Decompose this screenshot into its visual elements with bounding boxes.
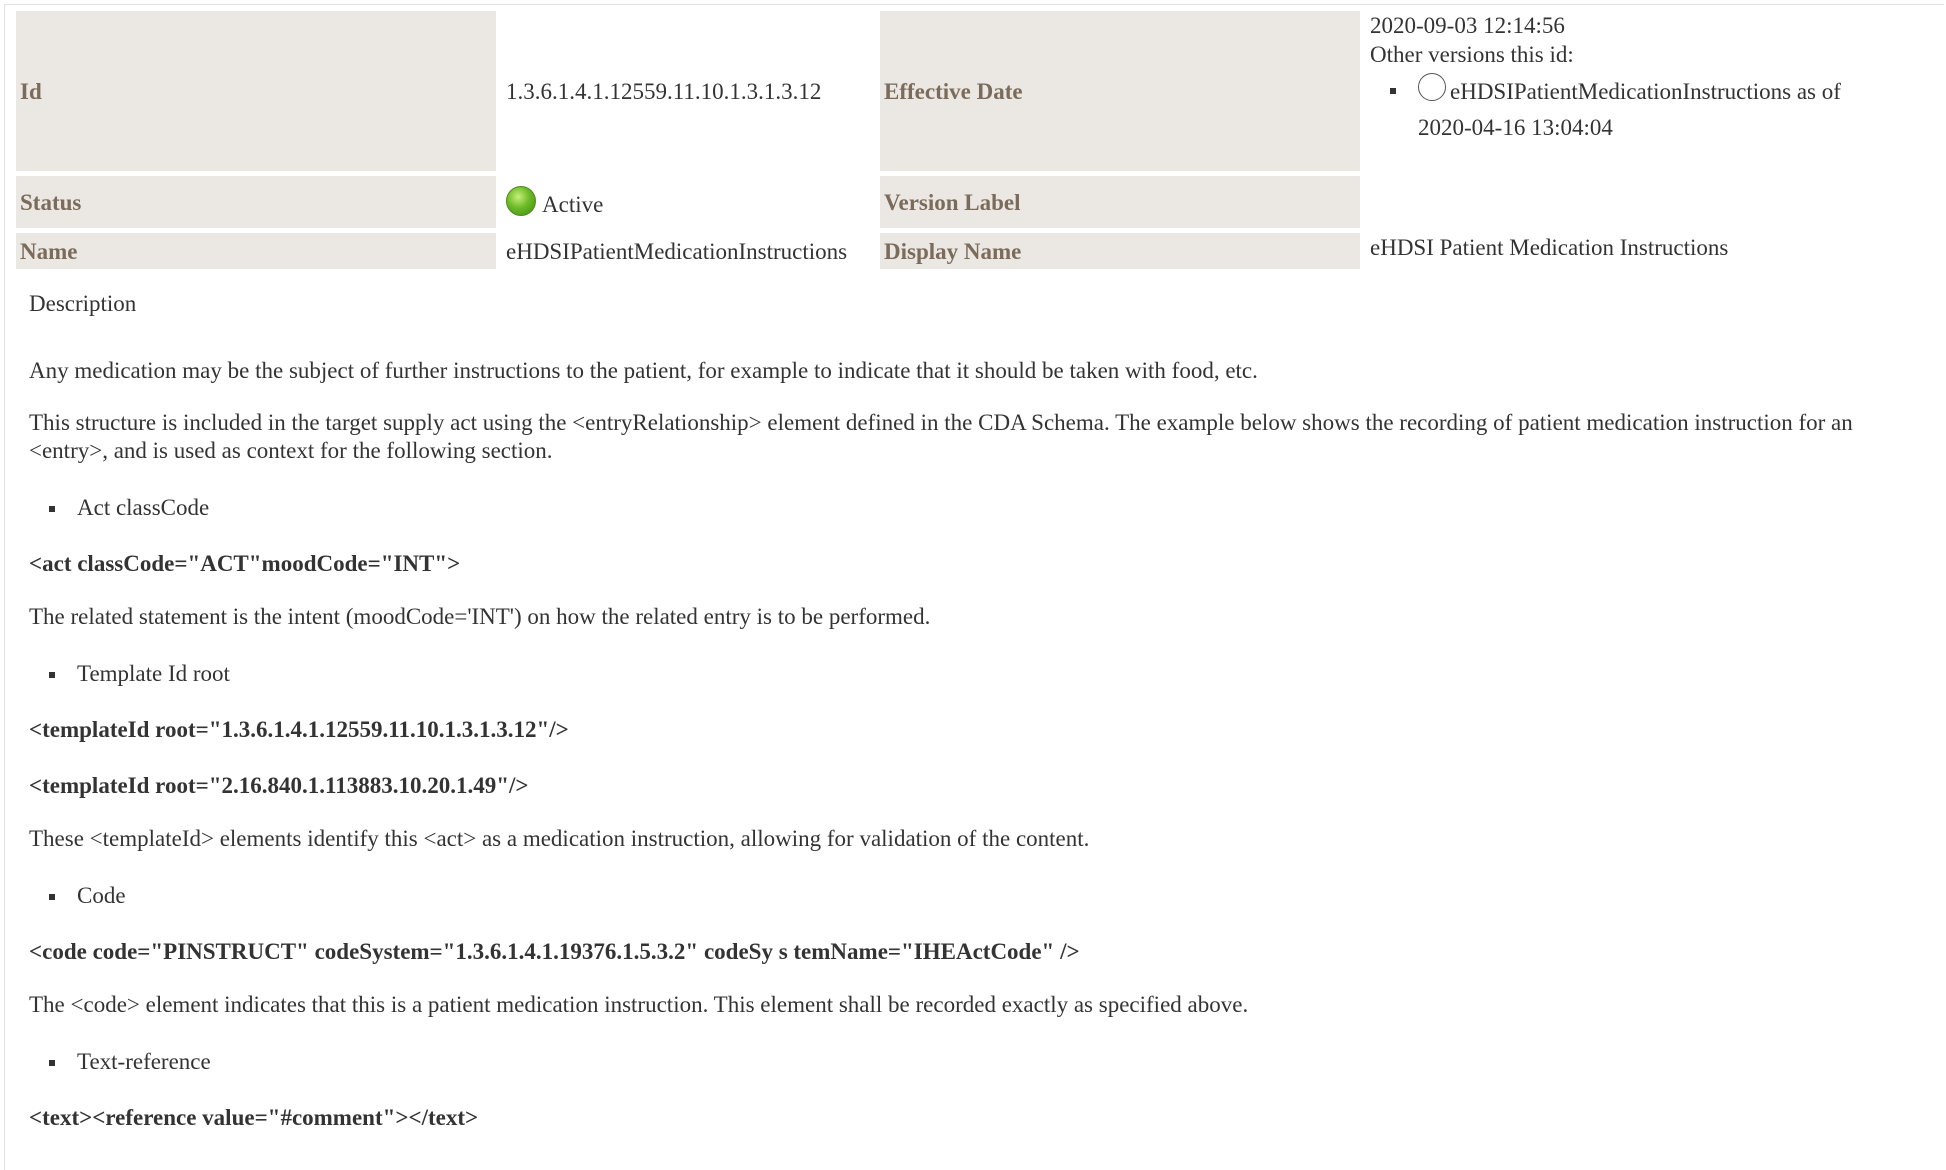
status-value: Active	[542, 191, 604, 217]
id-label: Id	[16, 11, 496, 171]
other-version-name[interactable]: eHDSIPatientMedicationInstructions as of	[1450, 79, 1841, 104]
description-paragraph-4: These <templateId> elements identify thi…	[29, 826, 1090, 851]
meta-row-name: Name eHDSIPatientMedicationInstructions …	[16, 233, 1934, 269]
code-code: <code code="PINSTRUCT" codeSystem="1.3.6…	[29, 939, 1080, 964]
bullet-label: Act classCode	[77, 495, 210, 520]
code-template-id-1: <templateId root="1.3.6.1.4.1.12559.11.1…	[29, 717, 569, 742]
bullet-square	[49, 672, 55, 678]
name-label: Name	[16, 233, 496, 269]
display-name-label: Display Name	[880, 233, 1360, 269]
bullet-square	[1390, 88, 1396, 94]
bullet-square	[49, 506, 55, 512]
other-version-item[interactable]: eHDSIPatientMedicationInstructions as of…	[1390, 73, 1930, 146]
version-label-label: Version Label	[880, 176, 1360, 228]
bullet-square	[49, 1060, 55, 1066]
bullet-label: Template Id root	[77, 661, 230, 686]
description-section: Description Any medication may be the su…	[29, 282, 1919, 1132]
bullet-label: Code	[77, 883, 126, 908]
effective-date-label: Effective Date	[880, 11, 1360, 171]
bullet-square	[49, 894, 55, 900]
status-cell: Active	[502, 176, 874, 228]
effective-date-cell: 2020-09-03 12:14:56 Other versions this …	[1366, 11, 1934, 171]
name-value: eHDSIPatientMedicationInstructions	[506, 238, 848, 264]
display-name-value: eHDSI Patient Medication Instructions	[1370, 235, 1729, 260]
description-heading: Description	[29, 291, 137, 316]
bullet-label: Text-reference	[77, 1049, 211, 1074]
status-label: Status	[16, 176, 496, 228]
empty-circle-icon	[1418, 73, 1446, 101]
id-value: 1.3.6.1.4.1.12559.11.10.1.3.1.3.12	[506, 78, 822, 104]
bullet-code: Code	[29, 882, 1919, 910]
description-paragraph-2: This structure is included in the target…	[29, 410, 1853, 463]
description-paragraph-5: The <code> element indicates that this i…	[29, 992, 1249, 1017]
template-meta-table: Id 1.3.6.1.4.1.12559.11.10.1.3.1.3.12 Ef…	[10, 6, 1940, 274]
green-ball-icon	[506, 185, 536, 216]
code-text-reference: <text><reference value="#comment"></text…	[29, 1105, 479, 1130]
meta-row-id: Id 1.3.6.1.4.1.12559.11.10.1.3.1.3.12 Ef…	[16, 11, 1934, 171]
other-versions-list: eHDSIPatientMedicationInstructions as of…	[1370, 73, 1930, 146]
bullet-text-reference: Text-reference	[29, 1048, 1919, 1076]
bullet-act-classcode: Act classCode	[29, 494, 1919, 522]
description-paragraph-1: Any medication may be the subject of fur…	[29, 358, 1258, 383]
version-label-value	[1366, 176, 1934, 228]
meta-row-status: Status Active Version Label	[16, 176, 1934, 228]
bullet-template-id-root: Template Id root	[29, 660, 1919, 688]
description-paragraph-3: The related statement is the intent (moo…	[29, 604, 931, 629]
other-versions-label: Other versions this id:	[1370, 42, 1574, 67]
code-template-id-2: <templateId root="2.16.840.1.113883.10.2…	[29, 773, 529, 798]
other-version-date: 2020-04-16 13:04:04	[1418, 115, 1613, 140]
code-act: <act classCode="ACT"moodCode="INT">	[29, 551, 461, 576]
effective-date-value: 2020-09-03 12:14:56	[1370, 13, 1565, 38]
